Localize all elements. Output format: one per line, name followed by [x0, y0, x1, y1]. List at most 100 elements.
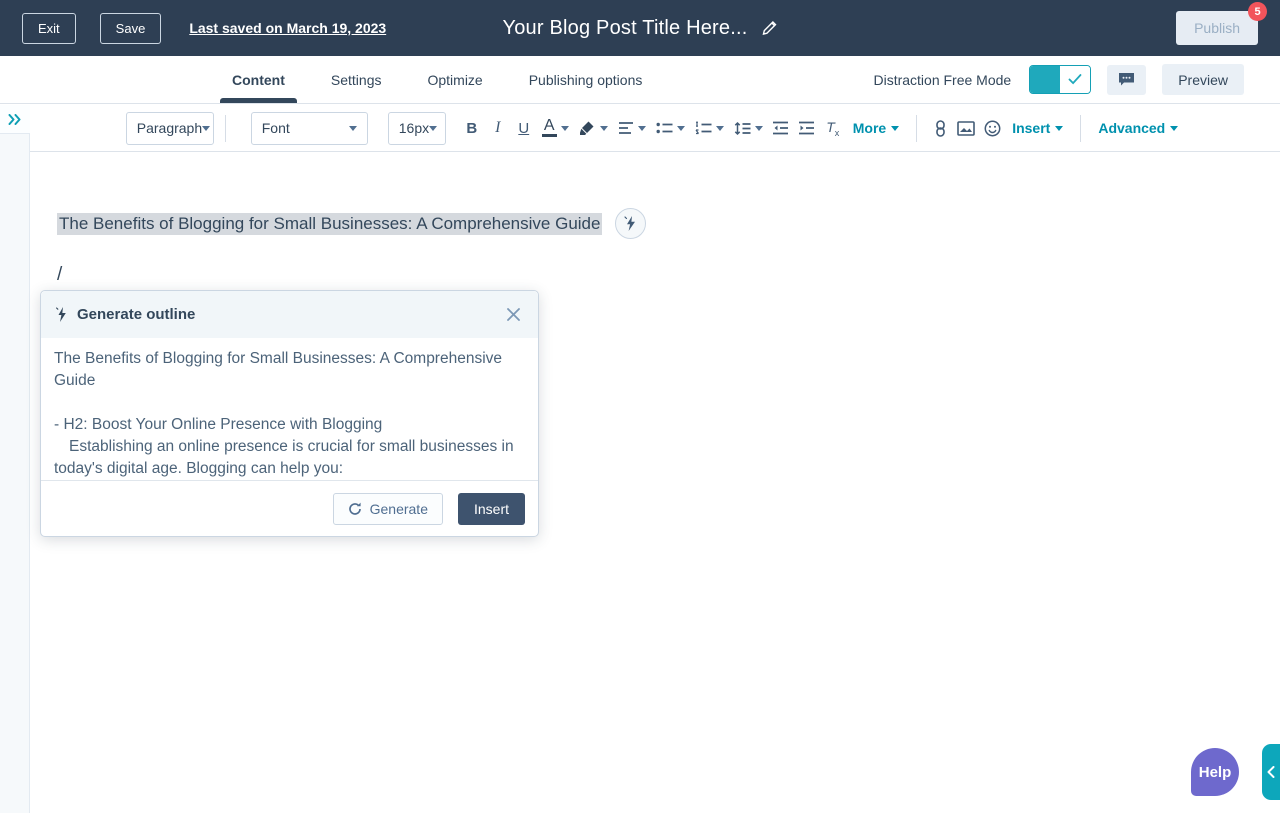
indent-button[interactable] [795, 113, 819, 143]
chevron-down-icon [561, 126, 569, 131]
distraction-free-toggle[interactable] [1029, 65, 1091, 94]
insert-image-button[interactable] [954, 113, 978, 143]
refresh-icon [348, 502, 362, 516]
chevron-down-icon [716, 126, 724, 131]
numbered-list-button[interactable] [691, 121, 728, 135]
toggle-track-on [1030, 66, 1060, 93]
publish-error-badge: 5 [1248, 2, 1267, 21]
topbar: Exit Save Last saved on March 19, 2023 Y… [0, 0, 1280, 56]
paragraph-style-value: Paragraph [137, 120, 202, 136]
popup-title: Generate outline [77, 306, 195, 323]
publish-button[interactable]: Publish [1176, 11, 1258, 45]
font-color-icon: A [542, 119, 557, 137]
insert-button[interactable]: Insert [458, 493, 525, 525]
underline-button[interactable]: U [512, 113, 536, 143]
insert-dropdown[interactable]: Insert [1006, 120, 1069, 136]
image-icon [957, 121, 975, 136]
post-title-group: Your Blog Post Title Here... [503, 0, 778, 56]
bulleted-list-button[interactable] [652, 121, 689, 135]
expand-sidebar-button[interactable] [0, 105, 30, 134]
insert-link-button[interactable] [928, 113, 952, 143]
close-icon[interactable] [504, 305, 523, 324]
popup-footer: Generate Insert [41, 480, 538, 536]
collapsed-sidebar-rail [0, 105, 30, 813]
font-size-dropdown[interactable]: 16px [388, 112, 446, 145]
chevron-down-icon [600, 126, 608, 131]
highlight-color-button[interactable] [575, 120, 612, 136]
toolbar-divider [225, 115, 226, 142]
tab-optimize[interactable]: Optimize [427, 56, 482, 103]
italic-button[interactable]: I [486, 113, 510, 143]
toolbar-divider [916, 115, 917, 142]
nav-right-group: Distraction Free Mode Preview [873, 64, 1244, 95]
post-title: Your Blog Post Title Here... [503, 17, 748, 40]
preview-button[interactable]: Preview [1162, 64, 1244, 95]
open-panel-chevron-button[interactable] [1262, 744, 1280, 800]
font-size-value: 16px [399, 120, 429, 136]
bulleted-list-icon [656, 121, 673, 135]
highlighter-icon [579, 120, 596, 136]
rich-text-toolbar: Paragraph Font 16px B I U A [30, 105, 1280, 152]
paragraph-style-dropdown[interactable]: Paragraph [126, 112, 214, 145]
insert-emoji-button[interactable] [980, 113, 1004, 143]
publish-group: Publish 5 [1176, 11, 1258, 45]
edit-title-pencil-icon[interactable] [762, 20, 778, 36]
lightning-bolt-icon [624, 216, 638, 231]
line-spacing-icon [734, 121, 751, 136]
save-button[interactable]: Save [100, 13, 162, 44]
tab-content[interactable]: Content [232, 56, 285, 103]
chevron-down-icon [891, 126, 899, 131]
toggle-knob [1060, 66, 1090, 93]
generate-outline-popup: Generate outline The Benefits of Bloggin… [40, 290, 539, 537]
selected-heading-text: The Benefits of Blogging for Small Busin… [57, 213, 602, 235]
line-spacing-button[interactable] [730, 121, 767, 136]
editor-canvas[interactable]: The Benefits of Blogging for Small Busin… [30, 152, 1280, 286]
tab-settings[interactable]: Settings [331, 56, 382, 103]
outline-title-paragraph: The Benefits of Blogging for Small Busin… [54, 348, 525, 392]
advanced-dropdown[interactable]: Advanced [1092, 120, 1184, 136]
alignment-button[interactable] [614, 121, 650, 135]
generate-button[interactable]: Generate [333, 493, 443, 525]
editor-nav-row: Content Settings Optimize Publishing opt… [0, 56, 1280, 104]
chevron-down-icon [755, 126, 763, 131]
generated-outline-text: The Benefits of Blogging for Small Busin… [41, 338, 538, 480]
outdent-icon [772, 121, 789, 135]
outline-description-line: Establishing an online presence is cruci… [54, 436, 525, 480]
numbered-list-icon [695, 121, 712, 135]
topbar-left-group: Exit Save Last saved on March 19, 2023 [22, 13, 386, 44]
ai-assistant-button[interactable] [615, 208, 646, 239]
slash-command-text: / [57, 264, 1280, 286]
font-color-button[interactable]: A [538, 119, 573, 137]
chevron-down-icon [638, 126, 646, 131]
chevron-down-icon [1170, 126, 1178, 131]
clear-formatting-button[interactable]: Tx [821, 113, 845, 143]
exit-button[interactable]: Exit [22, 13, 76, 44]
emoji-icon [984, 120, 1001, 137]
double-chevron-right-icon [8, 114, 22, 125]
font-family-dropdown[interactable]: Font [251, 112, 368, 145]
lightning-bolt-icon [56, 307, 68, 322]
chevron-down-icon [429, 126, 437, 131]
align-left-icon [618, 121, 634, 135]
toolbar-divider [1080, 115, 1081, 142]
bold-button[interactable]: B [460, 113, 484, 143]
chevron-down-icon [1055, 126, 1063, 131]
last-saved-link[interactable]: Last saved on March 19, 2023 [189, 20, 386, 36]
outdent-button[interactable] [769, 113, 793, 143]
popup-header: Generate outline [41, 291, 538, 338]
checkmark-icon [1068, 74, 1082, 85]
more-dropdown[interactable]: More [847, 120, 905, 136]
link-icon [935, 120, 946, 137]
indent-icon [798, 121, 815, 135]
comments-button[interactable] [1107, 65, 1146, 95]
heading-line: The Benefits of Blogging for Small Busin… [57, 208, 1280, 239]
outline-h2-line: - H2: Boost Your Online Presence with Bl… [54, 414, 525, 436]
chevron-left-icon [1267, 766, 1275, 778]
chevron-down-icon [349, 126, 357, 131]
distraction-free-mode-label: Distraction Free Mode [873, 72, 1011, 88]
tab-publishing-options[interactable]: Publishing options [529, 56, 643, 103]
comment-icon [1118, 72, 1135, 87]
editor-tabs: Content Settings Optimize Publishing opt… [232, 56, 642, 103]
help-button[interactable]: Help [1191, 748, 1239, 796]
font-family-value: Font [262, 120, 290, 136]
